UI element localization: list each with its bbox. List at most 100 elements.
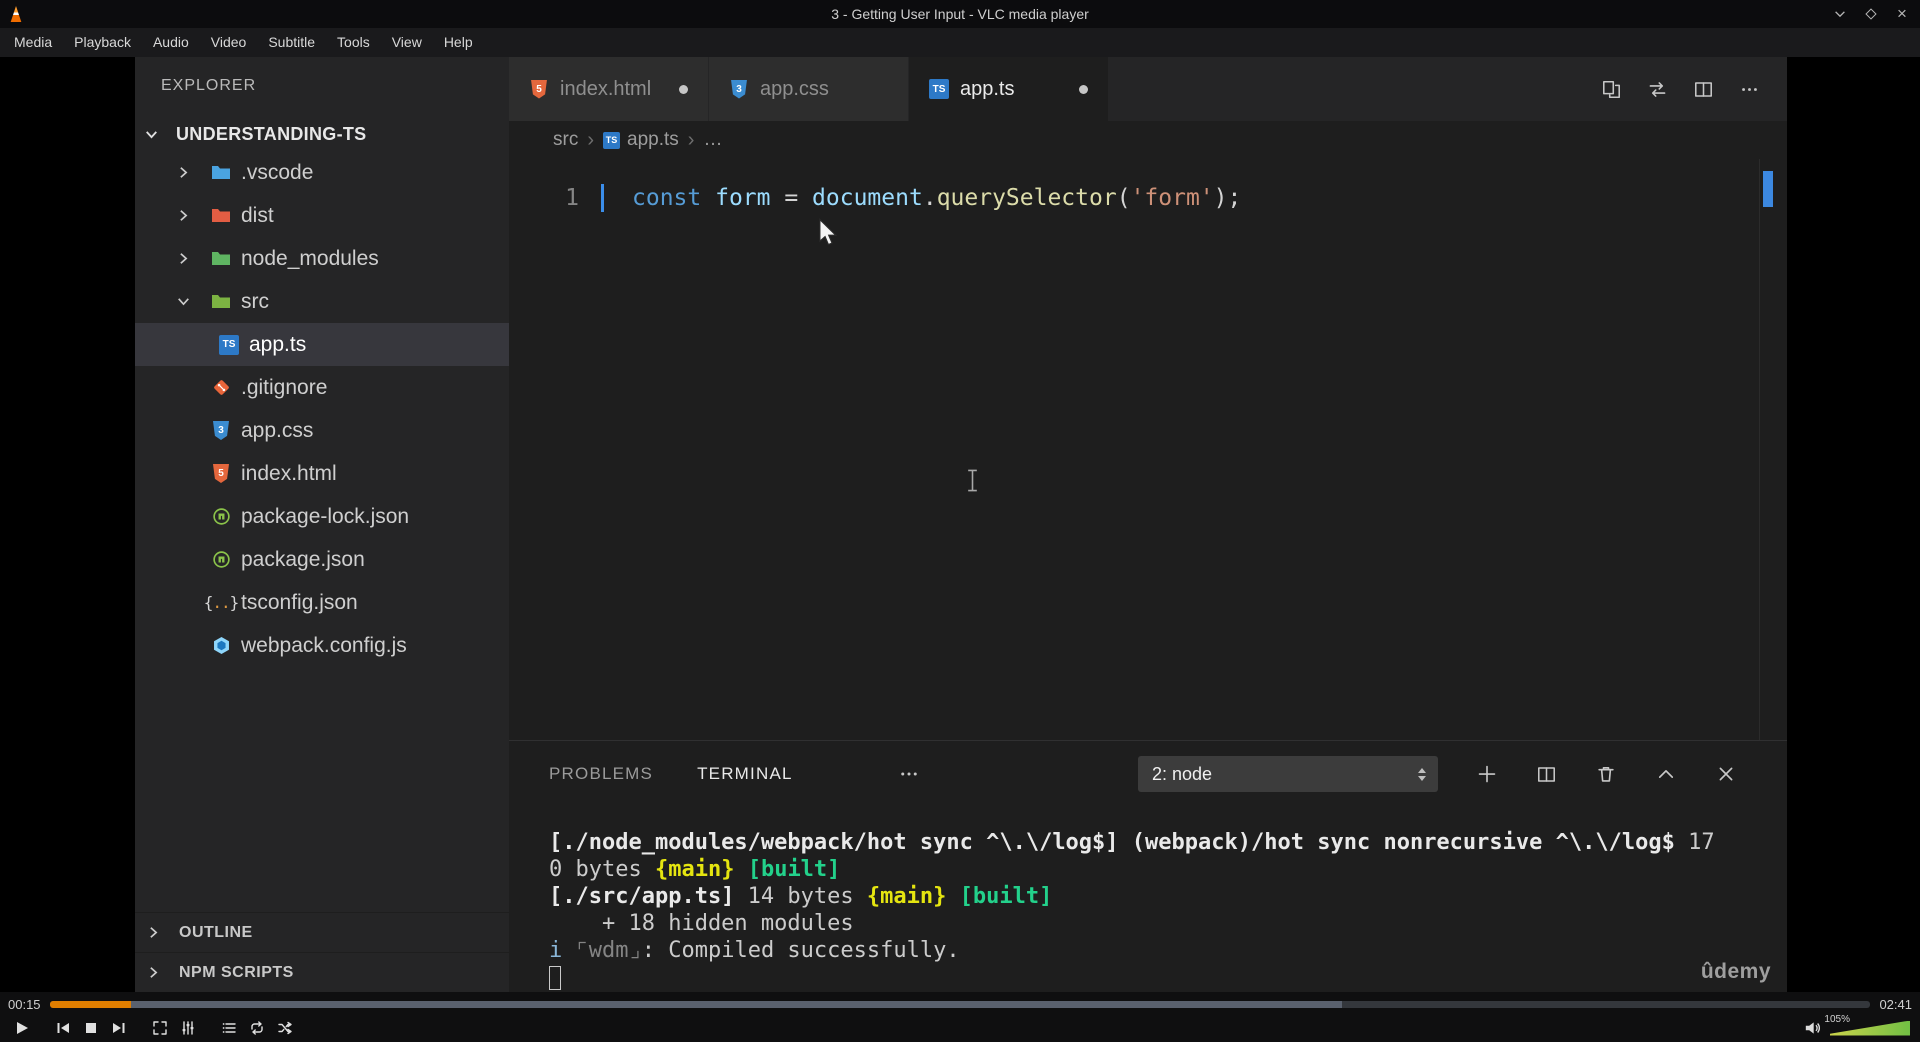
breadcrumb-separator-icon: › <box>587 128 594 151</box>
explorer-item-node-modules[interactable]: node_modules <box>135 237 509 280</box>
terminal-line: 0 bytes {main} [built] <box>549 857 841 882</box>
split-editor-icon[interactable] <box>1694 80 1713 99</box>
breadcrumb: src › TS app.ts › … <box>509 121 1787 159</box>
panel-tab-problems[interactable]: PROBLEMS <box>549 764 653 784</box>
item-label: tsconfig.json <box>241 590 358 614</box>
cursor-position-marker <box>1763 171 1773 207</box>
item-label: .vscode <box>241 160 314 184</box>
breadcrumb-item-app-ts[interactable]: TS app.ts <box>603 129 679 151</box>
maximize-button[interactable] <box>1863 6 1879 22</box>
explorer-item-package-json[interactable]: package.json <box>135 538 509 581</box>
line-number: 1 <box>565 185 579 211</box>
menu-item-tools[interactable]: Tools <box>326 28 381 57</box>
minimize-button[interactable] <box>1832 6 1848 22</box>
editor-tab-app-css[interactable]: 3 app.css <box>709 57 909 121</box>
menu-item-media[interactable]: Media <box>3 28 63 57</box>
explorer-item-package-lock-json[interactable]: package-lock.json <box>135 495 509 538</box>
item-label: webpack.config.js <box>241 633 407 657</box>
menu-item-subtitle[interactable]: Subtitle <box>257 28 326 57</box>
extended-settings-button[interactable] <box>177 1017 199 1039</box>
more-actions-icon[interactable] <box>1740 80 1759 99</box>
random-button[interactable] <box>274 1017 296 1039</box>
sidebar-section-npm-scripts[interactable]: NPM SCRIPTS <box>135 952 509 992</box>
npm-icon <box>211 550 231 569</box>
modified-indicator[interactable] <box>1079 84 1088 94</box>
terminal-output[interactable]: [./node_modules/webpack/hot sync ^\.\/lo… <box>509 807 1787 992</box>
sidebar-section-outline[interactable]: OUTLINE <box>135 912 509 952</box>
menu-item-help[interactable]: Help <box>433 28 484 57</box>
synchronize-changes-icon[interactable] <box>1648 80 1667 99</box>
folder-icon <box>211 250 231 267</box>
explorer-item-tsconfig-json[interactable]: {..} tsconfig.json <box>135 581 509 624</box>
typescript-icon: TS <box>603 131 620 149</box>
breadcrumb-item-src[interactable]: src <box>553 129 578 151</box>
chevron-right-icon[interactable] <box>175 164 201 181</box>
loop-button[interactable] <box>246 1017 268 1039</box>
video-area[interactable]: EXPLORER UNDERSTANDING-TS .vscode dist nod… <box>0 57 1920 992</box>
seek-buffered <box>131 1000 1343 1008</box>
play-button[interactable] <box>11 1017 33 1039</box>
new-terminal-icon[interactable] <box>1477 764 1497 784</box>
explorer-item-src[interactable]: src <box>135 280 509 323</box>
chevron-right-icon[interactable] <box>175 207 201 224</box>
chevron-down-icon[interactable] <box>175 293 201 310</box>
close-panel-icon[interactable] <box>1716 764 1736 784</box>
explorer-root-folder[interactable]: UNDERSTANDING-TS <box>135 117 509 151</box>
chevron-right-icon <box>145 964 171 981</box>
player-controls-bar: 00:15 02:41 105% <box>0 992 1920 1042</box>
item-label: node_modules <box>241 246 379 270</box>
panel-more-actions-icon[interactable] <box>899 764 919 784</box>
explorer-item-vscode[interactable]: .vscode <box>135 151 509 194</box>
panel-header: PROBLEMS TERMINAL 2: node <box>509 741 1787 807</box>
breadcrumb-separator-icon: › <box>687 128 695 151</box>
editor-tabs: 5 index.html 3 app.css TS app.ts <box>509 57 1109 121</box>
explorer-item-app-ts[interactable]: TS app.ts <box>135 323 509 366</box>
text-ibeam-cursor <box>966 469 979 497</box>
panel-tab-terminal[interactable]: TERMINAL <box>697 764 793 784</box>
menu-item-playback[interactable]: Playback <box>63 28 142 57</box>
explorer-item-index-html[interactable]: 5 index.html <box>135 452 509 495</box>
explorer-item-gitignore[interactable]: .gitignore <box>135 366 509 409</box>
chevron-right-icon[interactable] <box>175 250 201 267</box>
root-folder-label: UNDERSTANDING-TS <box>176 123 367 144</box>
menu-item-audio[interactable]: Audio <box>142 28 200 57</box>
split-terminal-icon[interactable] <box>1537 765 1556 784</box>
seek-bar[interactable] <box>49 1000 1871 1008</box>
terminal-picker-value: 2: node <box>1152 763 1213 784</box>
menu-item-view[interactable]: View <box>381 28 433 57</box>
bottom-panel: PROBLEMS TERMINAL 2: node [./node_modules… <box>509 740 1787 992</box>
folder-icon <box>211 207 231 224</box>
previous-button[interactable] <box>52 1017 74 1039</box>
window-controls: × <box>1832 0 1910 28</box>
code-editor[interactable]: 1 const form = document.querySelector('fo… <box>509 159 1787 740</box>
udemy-watermark: ûdemy <box>1700 960 1771 983</box>
item-label: src <box>241 289 269 313</box>
stop-button[interactable] <box>80 1017 102 1039</box>
open-changes-icon[interactable] <box>1602 80 1621 99</box>
close-button[interactable]: × <box>1894 5 1910 22</box>
chevron-right-icon <box>145 924 171 941</box>
terminal-picker-dropdown[interactable]: 2: node <box>1138 756 1438 792</box>
overview-ruler[interactable] <box>1759 159 1787 740</box>
explorer-item-webpack-config-js[interactable]: webpack.config.js <box>135 624 509 667</box>
terminal-line: i ⌜wdm⌟: Compiled successfully. <box>549 938 960 963</box>
editor-tab-index-html[interactable]: 5 index.html <box>509 57 709 121</box>
playlist-button[interactable] <box>218 1017 240 1039</box>
terminal-line: [./node_modules/webpack/hot sync ^\.\/lo… <box>549 830 1715 855</box>
explorer-item-app-css[interactable]: 3 app.css <box>135 409 509 452</box>
editor-tab-app-ts[interactable]: TS app.ts <box>909 57 1109 121</box>
breadcrumb-item-ellipsis[interactable]: … <box>703 129 722 151</box>
menu-item-video[interactable]: Video <box>200 28 258 57</box>
volume-area: 105% <box>1803 1014 1910 1042</box>
fullscreen-button[interactable] <box>149 1017 171 1039</box>
kill-terminal-icon[interactable] <box>1596 764 1616 784</box>
maximize-panel-icon[interactable] <box>1656 764 1676 784</box>
next-button[interactable] <box>108 1017 130 1039</box>
code-line[interactable]: 1 const form = document.querySelector('fo… <box>509 181 1787 215</box>
html-icon: 5 <box>529 79 549 99</box>
volume-speaker-icon[interactable] <box>1803 1019 1821 1037</box>
modified-indicator[interactable] <box>679 84 688 94</box>
window-title: 3 - Getting User Input - VLC media playe… <box>831 6 1089 22</box>
tab-label: index.html <box>560 77 652 100</box>
explorer-item-dist[interactable]: dist <box>135 194 509 237</box>
